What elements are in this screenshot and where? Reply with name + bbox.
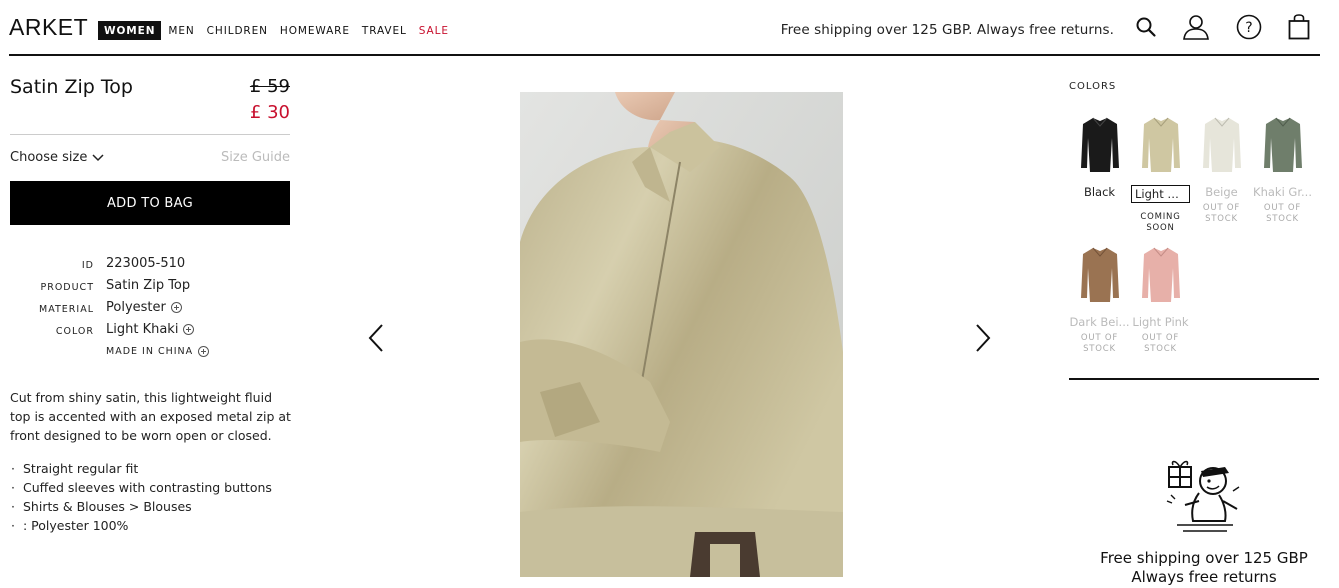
spec-row-color[interactable]: COLOR Light Khaki xyxy=(10,320,290,342)
made-in-toggle[interactable]: MADE IN CHINA xyxy=(106,346,210,357)
svg-text:?: ? xyxy=(1245,20,1252,36)
color-swatch-khaki-green[interactable]: Khaki Gr... OUT OF STOCK xyxy=(1252,116,1313,225)
color-swatch-light-pink[interactable]: Light Pink OUT OF STOCK xyxy=(1130,246,1191,355)
sale-price: £ 30 xyxy=(249,102,290,123)
swatch-status: OUT OF STOCK xyxy=(1141,333,1180,354)
spec-label: COLOR xyxy=(55,326,94,337)
swatch-status: OUT OF STOCK xyxy=(1080,333,1119,354)
spec-row-id: ID 223005-510 xyxy=(10,254,290,276)
spec-value: Satin Zip Top xyxy=(106,278,190,293)
size-guide-link[interactable]: Size Guide xyxy=(221,150,290,165)
spec-value-text: 223005-510 xyxy=(106,256,186,271)
spec-label: PRODUCT xyxy=(40,282,94,293)
spec-value[interactable]: Polyester xyxy=(106,300,182,315)
main-nav: WOMEN MEN CHILDREN HOMEWARE TRAVEL SALE xyxy=(98,21,461,40)
expand-plus-icon[interactable] xyxy=(183,324,195,335)
made-in-label: MADE IN CHINA xyxy=(106,346,194,357)
swatch-label: Khaki Gr... xyxy=(1253,185,1312,199)
colors-divider xyxy=(1069,378,1319,380)
shirt-thumbnail xyxy=(1140,246,1182,306)
shirt-thumbnail xyxy=(1079,116,1121,176)
site-header: ARKET WOMEN MEN CHILDREN HOMEWARE TRAVEL… xyxy=(0,0,1339,56)
product-image[interactable] xyxy=(520,92,843,577)
add-to-bag-button[interactable]: ADD TO BAG xyxy=(10,181,290,225)
nav-travel[interactable]: TRAVEL xyxy=(362,25,407,37)
promo-shipping-text: Free shipping over 125 GBP xyxy=(1100,549,1308,567)
colors-heading: COLORS xyxy=(1069,81,1117,92)
account-icon[interactable] xyxy=(1182,13,1210,41)
divider xyxy=(10,134,290,135)
header-divider xyxy=(9,54,1320,56)
search-icon[interactable] xyxy=(1132,13,1160,41)
gift-illustration-icon xyxy=(1166,460,1240,532)
expand-plus-icon[interactable] xyxy=(170,302,182,313)
list-item: Straight regular fit xyxy=(10,459,295,478)
swatch-label: Black xyxy=(1083,185,1116,199)
swatch-status: COMING SOON xyxy=(1140,212,1181,233)
list-item: : Polyester 100% xyxy=(10,516,295,535)
spec-value-text: Polyester xyxy=(106,300,166,315)
bag-icon[interactable] xyxy=(1285,13,1313,41)
chevron-left-icon[interactable] xyxy=(365,323,389,353)
swatch-status: OUT OF STOCK xyxy=(1263,203,1302,224)
chevron-right-icon[interactable] xyxy=(970,323,994,353)
swatch-label: Light Kh... xyxy=(1131,185,1190,203)
nav-sale[interactable]: SALE xyxy=(419,25,449,37)
product-features: Straight regular fit Cuffed sleeves with… xyxy=(10,459,295,535)
nav-children[interactable]: CHILDREN xyxy=(207,25,268,37)
color-swatch-beige[interactable]: Beige OUT OF STOCK xyxy=(1191,116,1252,225)
help-icon[interactable]: ? xyxy=(1235,13,1263,41)
shirt-thumbnail xyxy=(1079,246,1121,306)
product-title: Satin Zip Top xyxy=(10,76,133,98)
spec-row-product: PRODUCT Satin Zip Top xyxy=(10,276,290,298)
size-selector-label: Choose size xyxy=(10,150,88,165)
shipping-banner: Free shipping over 125 GBP. Always free … xyxy=(780,22,1114,38)
swatch-label: Dark Bei... xyxy=(1069,315,1130,329)
list-item: Cuffed sleeves with contrasting buttons xyxy=(10,478,295,497)
spec-label: ID xyxy=(81,260,94,271)
promo-returns-text: Always free returns xyxy=(1131,568,1277,586)
list-item[interactable]: Shirts & Blouses > Blouses xyxy=(10,497,295,516)
color-swatch-dark-beige[interactable]: Dark Bei... OUT OF STOCK xyxy=(1069,246,1130,355)
spec-value-text: Light Khaki xyxy=(106,322,179,337)
product-description: Cut from shiny satin, this lightweight f… xyxy=(10,390,291,443)
nav-women[interactable]: WOMEN xyxy=(98,21,162,40)
swatch-label: Beige xyxy=(1205,185,1238,199)
color-swatch-black[interactable]: Black xyxy=(1069,116,1130,199)
expand-plus-icon[interactable] xyxy=(198,346,210,357)
nav-men[interactable]: MEN xyxy=(168,25,194,37)
logo[interactable]: ARKET xyxy=(9,14,88,41)
swatch-label: Light Pink xyxy=(1132,315,1189,329)
spec-value: 223005-510 xyxy=(106,256,185,271)
size-selector[interactable]: Choose size xyxy=(10,150,104,165)
product-specs: ID 223005-510 PRODUCT Satin Zip Top MATE… xyxy=(10,254,290,357)
spec-value-text: Satin Zip Top xyxy=(106,278,191,293)
spec-label: MATERIAL xyxy=(39,304,94,315)
shirt-thumbnail xyxy=(1201,116,1243,176)
shirt-thumbnail xyxy=(1262,116,1304,176)
spec-value[interactable]: Light Khaki xyxy=(106,322,195,337)
original-price: £ 59 xyxy=(249,76,290,97)
swatch-status: OUT OF STOCK xyxy=(1202,203,1241,224)
nav-homeware[interactable]: HOMEWARE xyxy=(280,25,350,37)
chevron-down-icon xyxy=(92,153,104,161)
spec-row-material[interactable]: MATERIAL Polyester xyxy=(10,298,290,320)
color-swatch-light-khaki[interactable]: Light Kh... COMING SOON xyxy=(1130,116,1191,234)
shirt-thumbnail xyxy=(1140,116,1182,176)
